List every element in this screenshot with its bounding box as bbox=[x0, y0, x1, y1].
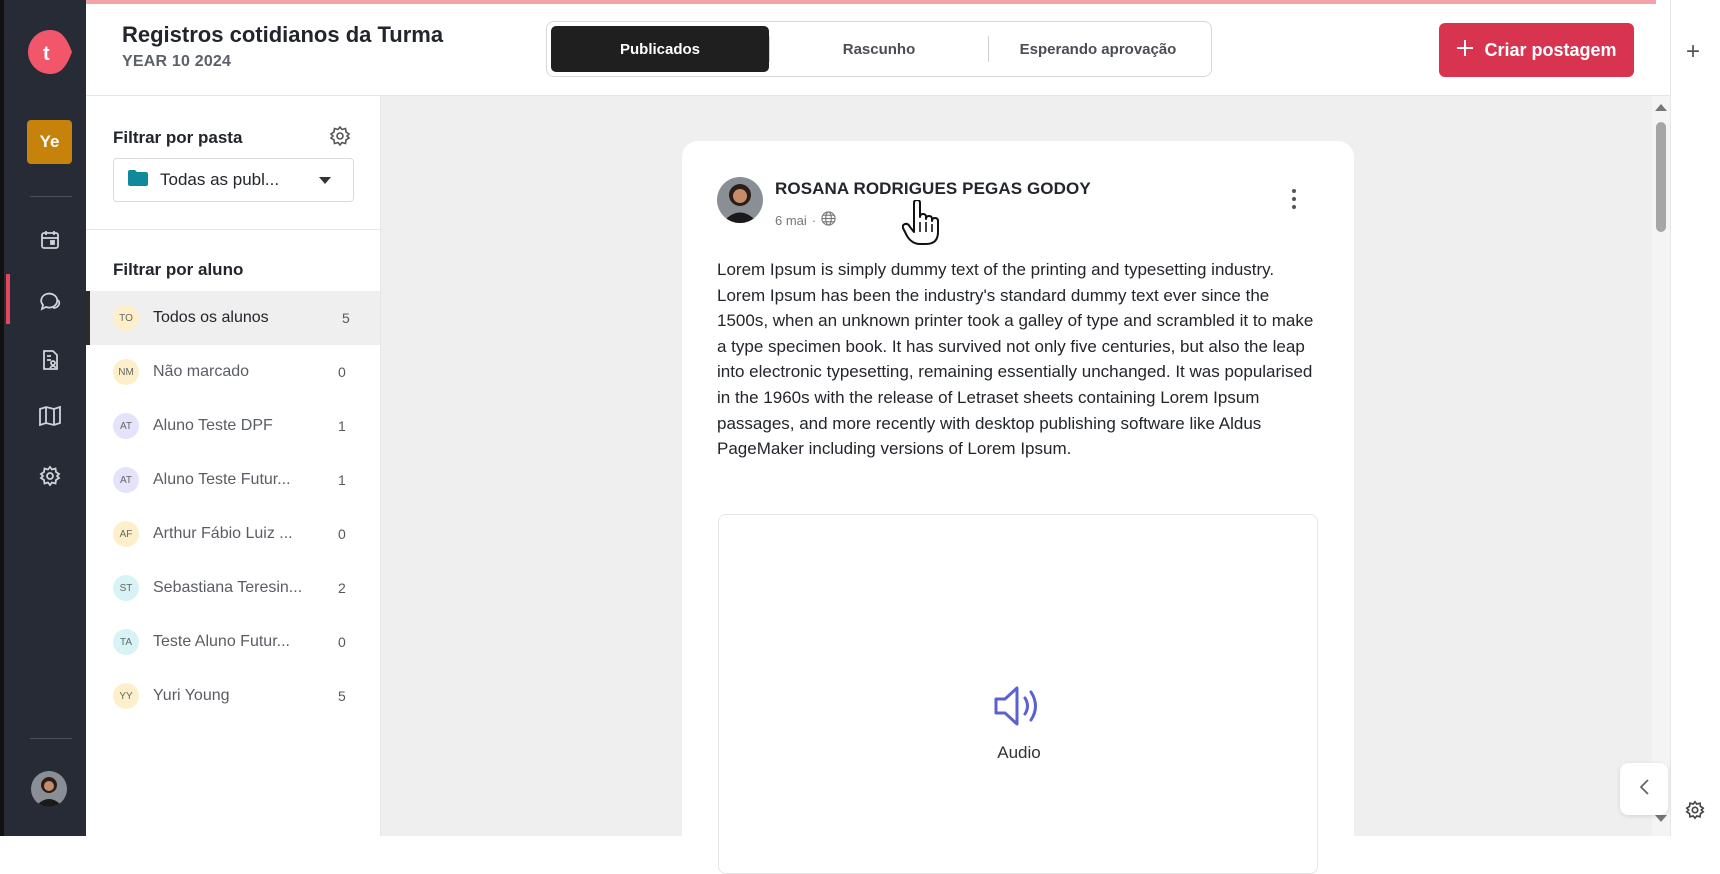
attachment-label: Audio bbox=[997, 743, 1041, 762]
folder-select[interactable]: Todas as publ... bbox=[113, 158, 354, 202]
chevron-left-icon bbox=[1638, 778, 1650, 801]
folder-select-value: Todas as publ... bbox=[160, 170, 280, 189]
student-avatar: ST bbox=[113, 575, 139, 601]
chevron-down-icon bbox=[319, 177, 331, 184]
post-meta: 6 mai · bbox=[775, 211, 836, 229]
page-subtitle: YEAR 10 2024 bbox=[122, 53, 232, 70]
speaker-icon bbox=[992, 683, 1044, 734]
status-tabs: Publicados Rascunho Esperando aprovação bbox=[546, 21, 1212, 77]
svg-text:t: t bbox=[43, 43, 50, 65]
page-header: Registros cotidianos da Turma YEAR 10 20… bbox=[86, 0, 1670, 96]
report-icon[interactable] bbox=[30, 340, 70, 380]
progress-accent-line bbox=[86, 0, 1656, 4]
student-name: Yuri Young bbox=[153, 687, 230, 704]
student-count: 5 bbox=[338, 688, 346, 704]
student-avatar: NM bbox=[113, 359, 139, 385]
student-item[interactable]: AF Arthur Fábio Luiz ... 0 bbox=[86, 507, 380, 561]
student-count: 1 bbox=[338, 418, 346, 434]
create-post-label: Criar postagem bbox=[1484, 39, 1617, 60]
student-count: 5 bbox=[342, 310, 350, 326]
student-avatar: AT bbox=[113, 413, 139, 439]
more-options-icon[interactable] bbox=[1292, 189, 1298, 213]
audio-attachment[interactable]: Audio bbox=[718, 514, 1318, 874]
student-item[interactable]: TA Teste Aluno Futur... 0 bbox=[86, 615, 380, 669]
student-avatar: AF bbox=[113, 521, 139, 547]
post-author[interactable]: ROSANA RODRIGUES PEGAS GODOY bbox=[775, 179, 1091, 199]
folder-settings-icon[interactable] bbox=[329, 125, 351, 152]
student-avatar: TA bbox=[113, 629, 139, 655]
panel-divider bbox=[86, 229, 380, 230]
student-name: Não marcado bbox=[153, 363, 250, 380]
calendar-icon[interactable] bbox=[30, 220, 70, 260]
scrollbar-thumb[interactable] bbox=[1656, 122, 1666, 232]
author-avatar[interactable] bbox=[717, 177, 763, 223]
student-avatar: AT bbox=[113, 467, 139, 493]
post-body: Lorem Ipsum is simply dummy text of the … bbox=[717, 260, 1314, 459]
student-item[interactable]: AT Aluno Teste Futur... 1 bbox=[86, 453, 380, 507]
student-item[interactable]: AT Aluno Teste DPF 1 bbox=[86, 399, 380, 453]
folder-filter-title: Filtrar por pasta bbox=[113, 128, 243, 147]
rail-divider-bottom bbox=[30, 738, 72, 739]
chat-icon[interactable] bbox=[30, 280, 70, 320]
right-strip: + bbox=[1670, 0, 1720, 836]
scroll-down-arrow-icon[interactable] bbox=[1655, 815, 1667, 822]
student-name: Aluno Teste DPF bbox=[153, 417, 273, 434]
student-count: 2 bbox=[338, 580, 346, 596]
tab-esperando-aprovacao[interactable]: Esperando aprovação bbox=[989, 26, 1207, 72]
student-list: TO Todos os alunos 5 NM Não marcado 0 AT… bbox=[86, 291, 380, 723]
student-item[interactable]: ST Sebastiana Teresin... 2 bbox=[86, 561, 380, 615]
student-filter-title: Filtrar por aluno bbox=[113, 260, 244, 279]
add-icon[interactable]: + bbox=[1686, 38, 1700, 66]
filter-panel: Filtrar por pasta Todas as publ... Filtr… bbox=[86, 96, 381, 836]
student-avatar: TO bbox=[113, 305, 139, 331]
app-rail: t Ye bbox=[0, 0, 86, 836]
student-name: Sebastiana Teresin... bbox=[153, 579, 303, 596]
create-post-button[interactable]: Criar postagem bbox=[1439, 23, 1634, 77]
student-count: 0 bbox=[338, 364, 346, 380]
student-name: Aluno Teste Futur... bbox=[153, 471, 291, 488]
settings-icon[interactable] bbox=[30, 456, 70, 496]
student-item[interactable]: NM Não marcado 0 bbox=[86, 345, 380, 399]
student-count: 0 bbox=[338, 526, 346, 542]
student-name: Teste Aluno Futur... bbox=[153, 633, 290, 650]
student-count: 1 bbox=[338, 472, 346, 488]
plus-icon bbox=[1456, 39, 1474, 62]
student-item[interactable]: TO Todos os alunos 5 bbox=[86, 291, 380, 345]
page-title: Registros cotidianos da Turma bbox=[122, 22, 444, 47]
student-count: 0 bbox=[338, 634, 346, 650]
rail-divider bbox=[30, 196, 72, 197]
scroll-up-arrow-icon[interactable] bbox=[1655, 104, 1667, 111]
collapse-panel-button[interactable] bbox=[1620, 763, 1668, 815]
student-avatar: YY bbox=[113, 683, 139, 709]
folder-icon bbox=[128, 169, 148, 191]
post-date: 6 mai bbox=[775, 212, 807, 228]
student-item[interactable]: YY Yuri Young 5 bbox=[86, 669, 380, 723]
book-icon[interactable] bbox=[30, 396, 70, 436]
student-name: Todos os alunos bbox=[153, 309, 269, 326]
student-name: Arthur Fábio Luiz ... bbox=[153, 525, 293, 542]
gear-icon[interactable] bbox=[1685, 800, 1705, 825]
workspace-badge[interactable]: Ye bbox=[27, 120, 72, 164]
app-logo[interactable]: t bbox=[26, 28, 74, 76]
active-indicator bbox=[6, 274, 10, 324]
hand-cursor-icon bbox=[901, 199, 940, 251]
meta-separator: · bbox=[811, 212, 817, 228]
tab-publicados[interactable]: Publicados bbox=[551, 26, 769, 72]
globe-icon bbox=[821, 211, 836, 229]
post-card: ROSANA RODRIGUES PEGAS GODOY 6 mai · Lor… bbox=[682, 141, 1354, 874]
user-avatar[interactable] bbox=[31, 771, 67, 807]
tab-rascunho[interactable]: Rascunho bbox=[770, 26, 988, 72]
